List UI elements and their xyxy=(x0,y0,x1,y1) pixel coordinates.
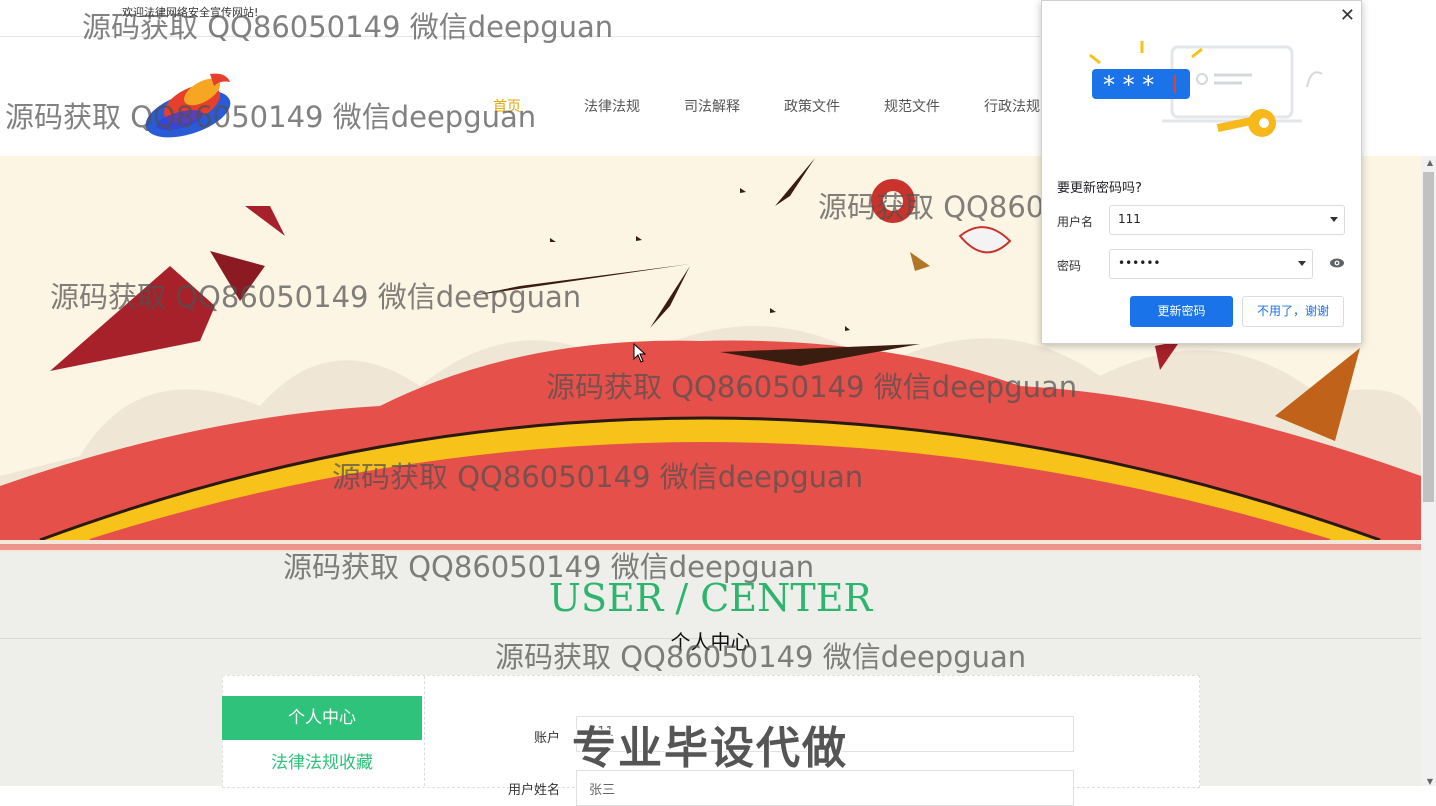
password-label: 密码 xyxy=(1057,259,1082,273)
watermark-text: 源码获取 QQ86050149 微信deepguan xyxy=(546,370,1078,404)
eye-icon[interactable] xyxy=(1329,257,1345,269)
nav-judicial-interpretation[interactable]: 司法解释 xyxy=(662,96,762,116)
sidebar-item-law-favorites[interactable]: 法律法规收藏 xyxy=(222,748,422,773)
masked-password-graphic: * * * xyxy=(1103,71,1154,99)
account-label: 账户 xyxy=(533,731,560,746)
panel-divider xyxy=(424,676,426,786)
watermark-text: 源码获取 QQ86050149 微信deepguan xyxy=(5,100,537,134)
chevron-down-icon[interactable] xyxy=(1298,261,1306,266)
watermark-text: 源码获取 QQ86050149 微信deepguan xyxy=(50,280,582,314)
mouse-cursor-icon xyxy=(633,343,647,363)
username-label: 用户名 xyxy=(1057,215,1094,229)
password-update-popup: ✕ * * * 要更新密码吗? 用户名 111 密码 •••••• 更新密码 不… xyxy=(1041,0,1362,344)
watermark-text: 源码获取 QQ86050149 微信deepguan xyxy=(332,460,864,494)
username-value: 111 xyxy=(1118,212,1141,226)
password-select[interactable]: •••••• xyxy=(1109,249,1313,279)
password-key-illustration: * * * xyxy=(1089,41,1322,137)
close-icon[interactable]: ✕ xyxy=(1340,5,1355,26)
nav-policy-documents[interactable]: 政策文件 xyxy=(762,96,862,116)
name-label: 用户姓名 xyxy=(507,783,560,798)
username-select[interactable]: 111 xyxy=(1109,205,1345,235)
scroll-down-icon[interactable]: ▼ xyxy=(1427,777,1433,786)
watermark-text: 源码获取 QQ86050149 微信deepguan xyxy=(82,10,614,44)
scrollbar-thumb[interactable] xyxy=(1423,172,1434,502)
decline-button[interactable]: 不用了，谢谢 xyxy=(1242,296,1344,327)
update-password-question: 要更新密码吗? xyxy=(1057,181,1142,196)
watermark-stamp: 专业毕设代做 xyxy=(571,722,848,775)
chevron-down-icon[interactable] xyxy=(1330,217,1338,222)
update-password-button[interactable]: 更新密码 xyxy=(1130,296,1233,327)
password-value: •••••• xyxy=(1118,256,1161,270)
scroll-up-icon[interactable]: ▲ xyxy=(1427,158,1433,167)
main-nav: 首页 法律法规 司法解释 政策文件 规范文件 行政法规 xyxy=(480,96,1062,116)
sidebar-item-user-center[interactable]: 个人中心 xyxy=(222,696,422,740)
nav-normative-documents[interactable]: 规范文件 xyxy=(862,96,962,116)
watermark-text: 源码获取 QQ86050149 微信deepguan xyxy=(495,640,1027,674)
watermark-text: 源码获取 QQ86050149 微信deepguan xyxy=(283,550,815,584)
nav-laws[interactable]: 法律法规 xyxy=(562,96,662,116)
